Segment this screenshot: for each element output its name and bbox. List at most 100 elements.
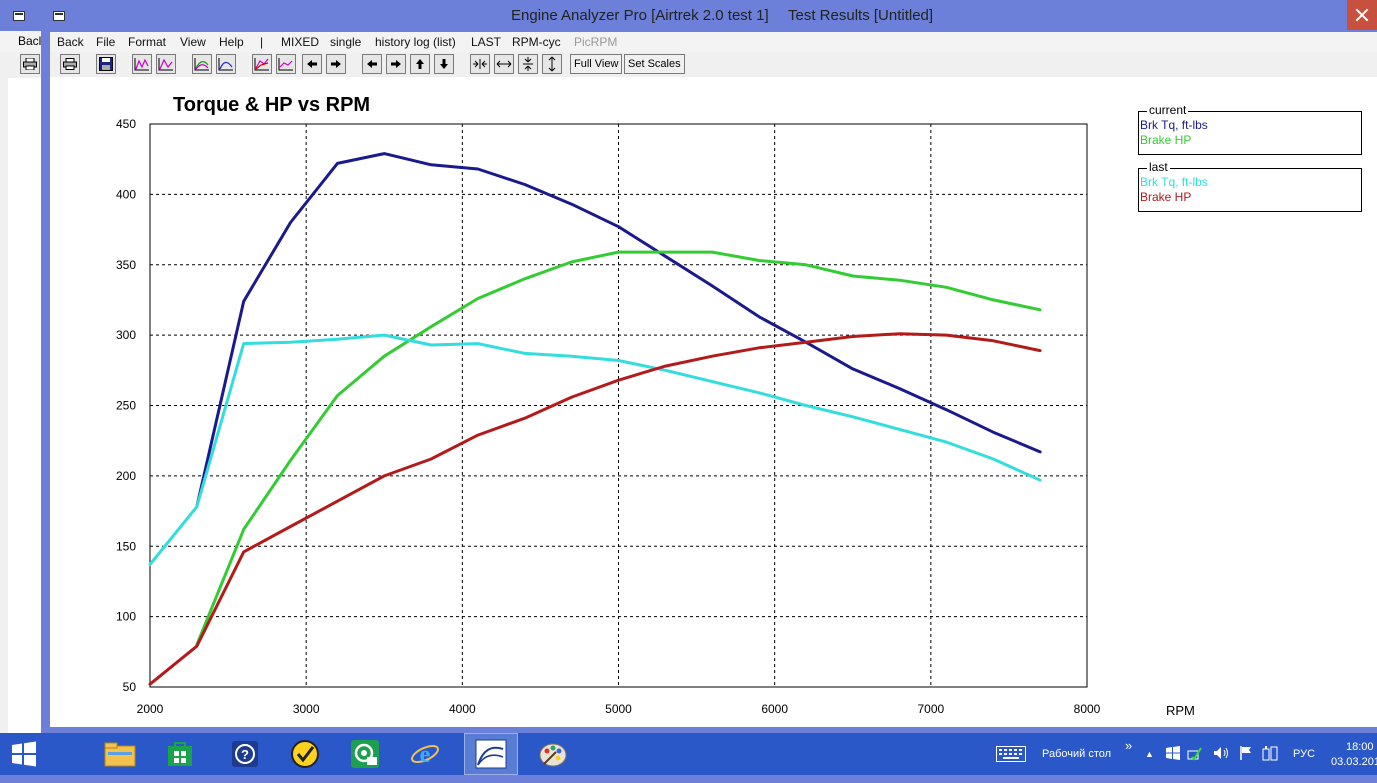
internet-explorer-icon: e: [411, 742, 439, 768]
clock-date[interactable]: 03.03.201: [1331, 741, 1377, 783]
toolbar: Full View Set Scales: [50, 52, 1377, 77]
y-tick-label: 150: [116, 539, 136, 553]
x-tick-label: 2000: [137, 702, 164, 716]
menu-history-log[interactable]: history log (list): [375, 35, 456, 49]
taskbar: ? e Рабочий стол » ▲ РУС 18:00 03.03.201: [0, 733, 1377, 775]
menu-mixed[interactable]: MIXED: [281, 35, 319, 49]
background-window-gutter: [0, 78, 8, 733]
y-tick-label: 100: [116, 610, 136, 624]
keyboard-button[interactable]: [996, 733, 1026, 775]
legend-current-torque: Brk Tq, ft-lbs: [1140, 118, 1208, 132]
menu-file[interactable]: File: [96, 35, 115, 49]
menu-last[interactable]: LAST: [471, 35, 501, 49]
svg-text:e: e: [420, 742, 431, 768]
arrow-left-icon[interactable]: [302, 54, 322, 74]
network-icon[interactable]: [1187, 745, 1203, 761]
legend-last: last Brk Tq, ft-lbs Brake HP: [1138, 160, 1362, 212]
background-window-menu[interactable]: Bacl: [0, 31, 41, 52]
save-icon[interactable]: [96, 54, 116, 74]
graph-icon[interactable]: [132, 54, 152, 74]
y-tick-label: 400: [116, 187, 136, 201]
paint-button[interactable]: [526, 733, 580, 775]
close-button[interactable]: [1347, 0, 1377, 30]
y-tick-label: 350: [116, 258, 136, 272]
internet-explorer-button[interactable]: e: [398, 733, 452, 775]
engine-analyzer-icon: [475, 739, 507, 769]
x-axis-label: RPM: [1166, 703, 1195, 718]
desktop-toolbar-chevron[interactable]: »: [1125, 725, 1132, 767]
arrow-right-icon[interactable]: [326, 54, 346, 74]
desktop-toolbar-label[interactable]: Рабочий стол: [1042, 733, 1111, 775]
engine-analyzer-button[interactable]: [464, 733, 518, 775]
legend-last-hp: Brake HP: [1140, 190, 1192, 204]
titlebar[interactable]: Engine Analyzer Pro [Airtrek 2.0 test 1]…: [44, 0, 1377, 32]
start-icon: [12, 741, 36, 767]
menu-help[interactable]: Help: [219, 35, 244, 49]
menu-picrpm[interactable]: PicRPM: [574, 35, 617, 49]
background-window-titlebar[interactable]: [0, 0, 41, 31]
menu-single[interactable]: single: [330, 35, 361, 49]
norton-button[interactable]: [278, 733, 332, 775]
paint-icon: [539, 743, 567, 767]
x-tick-label: 7000: [917, 702, 944, 716]
graph-icon[interactable]: [192, 54, 212, 74]
shrink-vertical-icon[interactable]: [518, 54, 538, 74]
language-indicator[interactable]: РУС: [1293, 733, 1315, 775]
menu-format[interactable]: Format: [128, 35, 166, 49]
y-tick-label: 300: [116, 328, 136, 342]
window-title: Engine Analyzer Pro [Airtrek 2.0 test 1]: [511, 7, 769, 24]
y-tick-label: 50: [123, 680, 137, 694]
mail-app-icon: [351, 740, 379, 768]
arrow-left-icon[interactable]: [362, 54, 382, 74]
arrow-right-icon[interactable]: [386, 54, 406, 74]
print-icon[interactable]: [60, 54, 80, 74]
x-tick-label: 5000: [605, 702, 632, 716]
chart-title: Torque & HP vs RPM: [173, 94, 370, 116]
start-button[interactable]: [0, 733, 48, 775]
graph-icon[interactable]: [276, 54, 296, 74]
arrow-down-icon[interactable]: [434, 54, 454, 74]
window-system-icon[interactable]: [53, 11, 65, 21]
background-window[interactable]: Bacl: [0, 0, 41, 733]
y-tick-label: 200: [116, 469, 136, 483]
full-view-button[interactable]: Full View: [570, 54, 623, 74]
keyboard-icon: [996, 746, 1026, 762]
menu-rpm-cyc[interactable]: RPM-cyc: [512, 35, 561, 49]
tray-expand-icon[interactable]: ▲: [1145, 733, 1154, 775]
windows-flag-icon[interactable]: [1166, 746, 1180, 760]
x-tick-label: 8000: [1074, 702, 1101, 716]
graph-icon[interactable]: [252, 54, 272, 74]
store-button[interactable]: [153, 733, 207, 775]
expand-horizontal-icon[interactable]: [494, 54, 514, 74]
x-tick-label: 6000: [761, 702, 788, 716]
graph-icon[interactable]: [216, 54, 236, 74]
print-icon[interactable]: [20, 54, 40, 74]
mail-app-button[interactable]: [338, 733, 392, 775]
norton-icon: [291, 740, 319, 768]
power-icon[interactable]: [1262, 745, 1278, 761]
shrink-horizontal-icon[interactable]: [470, 54, 490, 74]
menu-back[interactable]: Back: [57, 35, 84, 49]
legend-current-title: current: [1147, 103, 1189, 117]
volume-icon[interactable]: [1213, 746, 1231, 760]
legend-last-torque: Brk Tq, ft-lbs: [1140, 175, 1208, 189]
window-system-icon[interactable]: [13, 11, 25, 21]
y-tick-label: 250: [116, 399, 136, 413]
file-explorer-button[interactable]: [93, 733, 147, 775]
svg-text:?: ?: [241, 747, 249, 762]
set-scales-button[interactable]: Set Scales: [624, 54, 685, 74]
arrow-up-icon[interactable]: [410, 54, 430, 74]
expand-vertical-icon[interactable]: [542, 54, 562, 74]
x-tick-label: 3000: [293, 702, 320, 716]
menu-bar: Back File Format View Help | MIXED singl…: [50, 32, 1377, 52]
help-button[interactable]: ?: [218, 733, 272, 775]
series-line-last-3: [148, 332, 1042, 686]
graph-icon[interactable]: [156, 54, 176, 74]
menu-view[interactable]: View: [180, 35, 206, 49]
background-window-toolbar: [0, 52, 41, 78]
main-window: Engine Analyzer Pro [Airtrek 2.0 test 1]…: [44, 0, 1377, 733]
window-subtitle: Test Results [Untitled]: [788, 7, 934, 24]
action-center-flag-icon[interactable]: [1239, 745, 1253, 761]
legend-current-hp: Brake HP: [1140, 133, 1192, 147]
legend-current: current Brk Tq, ft-lbs Brake HP: [1138, 103, 1362, 155]
